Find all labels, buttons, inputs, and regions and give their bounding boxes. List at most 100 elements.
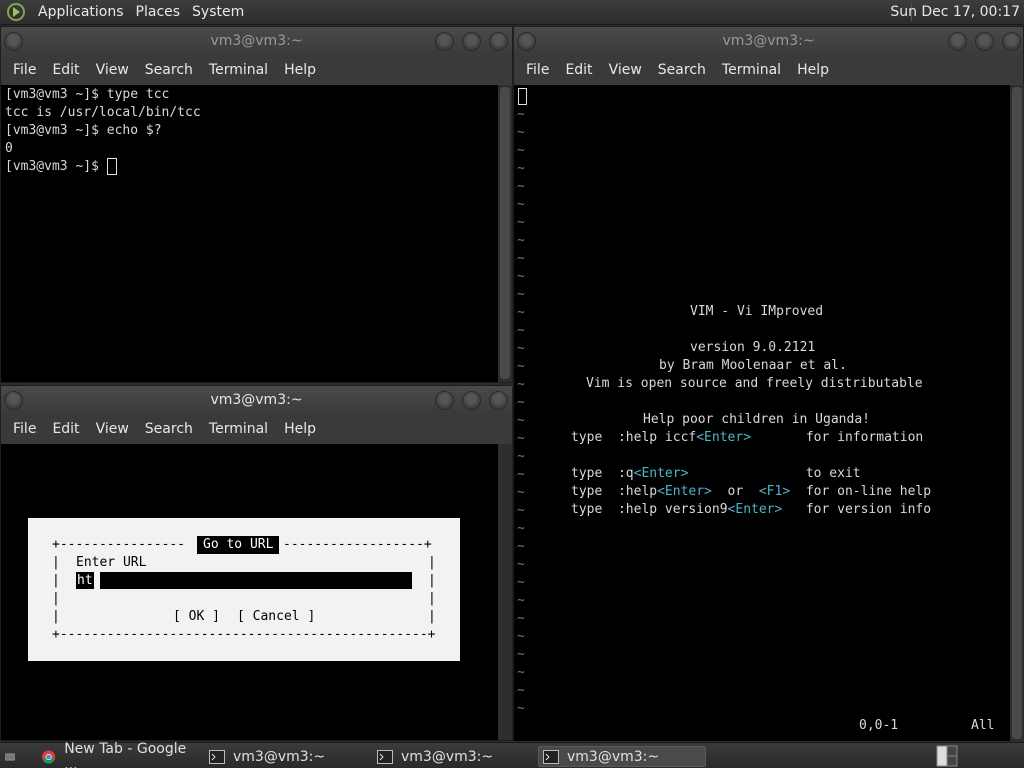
help-cmd: type :help version9 [571,502,728,517]
vim-tilde-line: ~ [517,233,525,248]
dialog-border-left: | [52,573,60,588]
go-to-url-dialog: +---------------- Go to URL ------------… [28,518,460,661]
menu-file[interactable]: File [518,62,557,78]
dialog-border-right: | [428,573,436,588]
terminal-icon [543,749,559,764]
vim-tilde-line: ~ [517,647,525,662]
dialog-border-top-right: ------------------+ [283,537,432,552]
terminal-output[interactable]: +---------------- Go to URL ------------… [1,444,498,740]
close-button[interactable] [489,391,508,410]
menu-help[interactable]: Help [276,421,324,437]
menu-terminal[interactable]: Terminal [201,62,276,78]
vim-help-row: type :q<Enter> to exit [571,465,861,483]
show-desktop-button[interactable] [2,746,24,767]
vim-tilde-line: ~ [517,269,525,284]
vim-tilde-line: ~ [517,557,525,572]
terminal-window-bottom-left[interactable]: vm3@vm3:~ File Edit View Search Terminal… [0,385,513,741]
applications-menu[interactable]: Applications [32,0,130,25]
vim-tilde-line: ~ [517,107,525,122]
vim-ruler-all: All [971,718,995,733]
task-label: New Tab - Google ... [64,740,187,768]
taskbar-task-chrome[interactable]: New Tab - Google ... [36,741,198,768]
maximize-button[interactable] [975,32,994,51]
menu-help[interactable]: Help [276,62,324,78]
menu-view[interactable]: View [601,62,650,78]
menu-file[interactable]: File [5,421,44,437]
dialog-border-right: | [428,591,436,606]
menu-file[interactable]: File [5,62,44,78]
menu-edit[interactable]: Edit [44,421,87,437]
help-desc: for information [751,430,924,445]
url-input-field[interactable] [100,572,412,589]
menu-search[interactable]: Search [137,421,201,437]
vim-tilde-line: ~ [517,611,525,626]
menu-terminal[interactable]: Terminal [201,421,276,437]
terminal-line: 0 [5,141,13,156]
scrollbar-thumb[interactable] [1012,87,1022,739]
window-titlebar[interactable]: vm3@vm3:~ [1,386,512,414]
vim-tilde-line: ~ [517,251,525,266]
places-menu[interactable]: Places [130,0,187,25]
clock[interactable]: Sun Dec 17, 00:17 [890,0,1020,25]
minimize-button[interactable] [948,32,967,51]
vim-tilde-line: ~ [517,377,525,392]
help-key-f1: <F1> [758,484,791,499]
help-cmd: type :q [571,466,634,481]
vim-editor[interactable]: ~ ~ ~ ~ ~ ~ ~ ~ ~ ~ ~ ~ ~ ~ ~ ~ ~ ~ ~ ~ ~ ~ ~ ~ ~ ~ ~ ~ ~ ~ ~ ~ ~ ~ VIM -… [514,85,1010,741]
cancel-button[interactable]: [ Cancel ] [237,608,315,626]
menu-view[interactable]: View [88,62,137,78]
vim-author: by Bram Moolenaar et al. [659,358,847,373]
maximize-button[interactable] [462,32,481,51]
vim-help-row: type :help version9<Enter> for version i… [571,501,931,519]
dialog-border-left: | [52,555,60,570]
dialog-border-bottom: +---------------------------------------… [52,627,436,642]
scrollbar[interactable] [1010,85,1024,741]
vim-splash-title: VIM - Vi IMproved [690,304,824,319]
vim-charity: Help poor children in Uganda! [643,412,870,427]
window-titlebar[interactable]: vm3@vm3:~ [514,27,1023,55]
vim-license: Vim is open source and freely distributa… [586,376,923,391]
vim-tilde-line: ~ [517,341,525,356]
vim-tilde-line: ~ [517,197,525,212]
minimize-button[interactable] [435,391,454,410]
vim-tilde-line: ~ [517,575,525,590]
window-titlebar[interactable]: vm3@vm3:~ [1,27,512,55]
menu-edit[interactable]: Edit [557,62,600,78]
menu-help[interactable]: Help [789,62,837,78]
dialog-border-left: | [52,609,60,624]
dialog-border-left: | [52,591,60,606]
scrollbar[interactable] [498,444,512,740]
scrollbar[interactable] [498,85,512,382]
url-input-value[interactable]: ht [76,572,94,589]
taskbar-task-terminal-active[interactable]: vm3@vm3:~ [538,746,706,767]
vim-tilde-line: ~ [517,539,525,554]
terminal-window-right[interactable]: vm3@vm3:~ File Edit View Search Terminal… [513,26,1024,741]
help-desc: to exit [688,466,861,481]
terminal-window-top-left[interactable]: vm3@vm3:~ File Edit View Search Terminal… [0,26,513,383]
vim-tilde-line: ~ [517,467,525,482]
distro-logo-icon[interactable] [6,2,26,22]
help-key: <Enter> [696,430,752,445]
vim-tilde-line: ~ [517,143,525,158]
maximize-button[interactable] [462,391,481,410]
vim-tilde-line: ~ [517,305,525,320]
system-menu[interactable]: System [186,0,250,25]
vim-tilde-line: ~ [517,179,525,194]
close-button[interactable] [489,32,508,51]
menu-edit[interactable]: Edit [44,62,87,78]
scrollbar-thumb[interactable] [500,87,510,379]
menu-search[interactable]: Search [137,62,201,78]
menu-terminal[interactable]: Terminal [714,62,789,78]
minimize-button[interactable] [435,32,454,51]
terminal-icon [377,749,393,764]
workspace-switcher-icon[interactable] [936,745,958,767]
menu-search[interactable]: Search [650,62,714,78]
menu-view[interactable]: View [88,421,137,437]
help-cmd: type :help [571,484,658,499]
close-button[interactable] [1002,32,1021,51]
terminal-output[interactable]: [vm3@vm3 ~]$ type tcc tcc is /usr/local/… [1,85,498,382]
taskbar-task-terminal[interactable]: vm3@vm3:~ [372,746,534,767]
ok-button[interactable]: [ OK ] [173,608,220,626]
prompt-text: [vm3@vm3 ~]$ [5,159,107,174]
taskbar-task-terminal[interactable]: vm3@vm3:~ [204,746,366,767]
